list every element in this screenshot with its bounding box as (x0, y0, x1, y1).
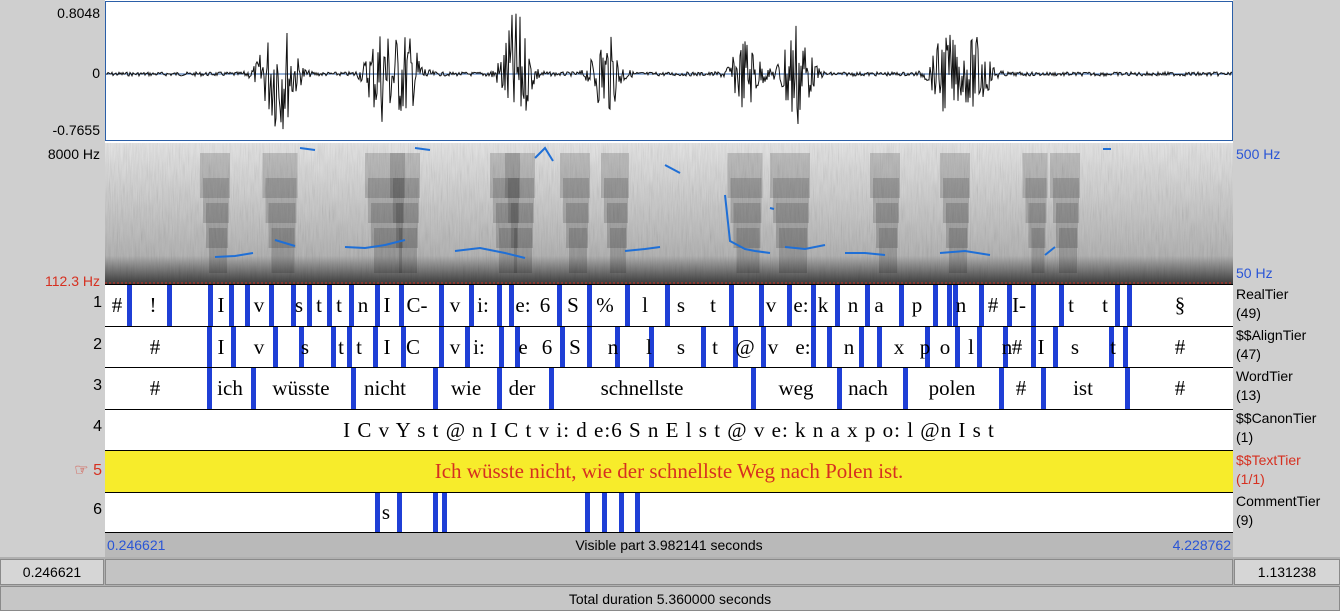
interval-label[interactable]: § (1140, 285, 1220, 326)
interval-label[interactable]: nach (828, 368, 908, 409)
total-duration-bar[interactable]: Total duration 5.360000 seconds (0, 586, 1340, 611)
interval-label[interactable]: s (346, 493, 426, 532)
tier-6-name[interactable]: CommentTier (9) (1236, 492, 1320, 530)
tier-2-number: 2 (93, 336, 102, 353)
interval-label[interactable]: ich (190, 368, 270, 409)
tier-2-name[interactable]: $$AlignTier (47) (1236, 326, 1306, 364)
interval-label[interactable]: schnellste (601, 368, 684, 409)
waveform-zero-label: 0 (92, 65, 100, 81)
spectrogram-panel[interactable] (105, 143, 1233, 284)
waveform-min-label: -0.7655 (52, 122, 100, 138)
tier-5-texttier[interactable]: Ich wüsste nicht, wie der schnellste Weg… (105, 450, 1233, 492)
canon-interval-text[interactable]: I C v Y s t @ n I C t v i: d e:6 S n E l… (105, 410, 1233, 450)
interval-label[interactable]: # (115, 368, 195, 409)
tier-pointer-icon: ☞ (74, 462, 89, 479)
tier-3-wordtier[interactable]: # ich wüsste nicht wie der schnellste weg nach po… (105, 367, 1233, 409)
visible-part-label: Visible part 3.982141 seconds (575, 537, 763, 553)
pitch-top-label: 500 Hz (1236, 146, 1281, 162)
pitch-bottom-label: 50 Hz (1236, 265, 1273, 281)
spectrogram-top-freq-label: 8000 Hz (47, 146, 100, 162)
tier-4-name[interactable]: $$CanonTier (1) (1236, 409, 1316, 447)
tier-3-number: 3 (93, 377, 102, 394)
spectrogram-plot (105, 143, 1233, 284)
interval-label[interactable]: ist (1043, 368, 1123, 409)
bottom-bar: 0.246621 1.131238 Total duration 5.36000… (0, 557, 1340, 611)
tier-1-realtier[interactable]: #! Iv s t t n I C-v i: e: 6 S% l s t v e: k n a p n # I-t t § (105, 284, 1233, 326)
interval-boundary[interactable] (433, 493, 438, 532)
waveform-panel[interactable] (105, 1, 1233, 141)
visible-end-time: 4.228762 (1172, 537, 1231, 553)
waveform-max-label: 0.8048 (57, 5, 100, 21)
interval-boundary[interactable] (442, 493, 447, 532)
left-time-box[interactable]: 0.246621 (0, 559, 104, 585)
tier-6-commenttier[interactable]: s (105, 492, 1233, 533)
tier-2-aligntier[interactable]: # Iv s t t I Cv i: e 6 Sn l s t @ v e: n x p o l n # Is t # (105, 326, 1233, 367)
tier-4-canontier[interactable]: I C v Y s t @ n I C t v i: d e:6 S n E l… (105, 409, 1233, 450)
tier-1-name[interactable]: RealTier (49) (1236, 285, 1288, 323)
waveform-trace (106, 13, 1232, 130)
interval-label[interactable]: weg (756, 368, 836, 409)
interval-boundary[interactable] (585, 493, 590, 532)
interval-label[interactable]: # (1140, 327, 1220, 367)
tier-5-number: ☞ 5 (74, 462, 102, 479)
interval-label[interactable]: # (1140, 368, 1220, 409)
waveform-plot (106, 13, 1232, 130)
tier-6-number: 6 (93, 501, 102, 518)
interval-boundary[interactable] (602, 493, 607, 532)
interval-label[interactable]: polen (912, 368, 992, 409)
tier-3-name[interactable]: WordTier (13) (1236, 367, 1293, 405)
interval-label[interactable]: der (482, 368, 562, 409)
tier-1-number: 1 (93, 294, 102, 311)
interval-label[interactable]: nicht (345, 368, 425, 409)
interval-boundary[interactable] (1125, 368, 1130, 409)
tier-5-name[interactable]: $$TextTier (1/1) (1236, 451, 1301, 489)
interval-boundary[interactable] (635, 493, 640, 532)
interval-label[interactable]: wüsste (261, 368, 341, 409)
tier-4-number: 4 (93, 418, 102, 435)
interval-label[interactable]: t (1065, 285, 1145, 326)
text-interval-text[interactable]: Ich wüsste nicht, wie der schnellste Weg… (105, 451, 1233, 492)
spectrogram-bottom-freq-label: 112.3 Hz (45, 273, 100, 289)
right-time-box[interactable]: 1.131238 (1234, 559, 1340, 585)
middle-scroll-area[interactable] (105, 559, 1233, 585)
interval-boundary[interactable] (619, 493, 624, 532)
visible-part-bar[interactable]: 0.246621 Visible part 3.982141 seconds 4… (105, 533, 1233, 557)
